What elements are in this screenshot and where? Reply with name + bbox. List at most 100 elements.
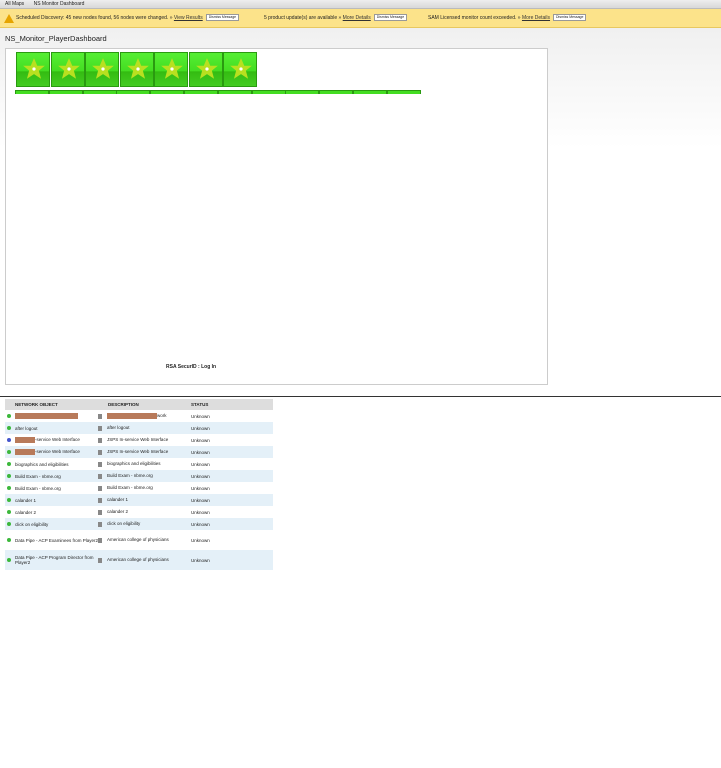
network-object-name[interactable]: Build Exam - nbme.org bbox=[15, 486, 61, 491]
document-icon bbox=[98, 473, 102, 479]
document-icon bbox=[98, 425, 102, 431]
map-node-tile[interactable] bbox=[386, 90, 421, 94]
divider bbox=[0, 396, 721, 397]
notice-sam: SAM Licensed monitor count exceeded. » M… bbox=[428, 9, 587, 28]
table-row[interactable]: -service Web Interface JSPS In-service We… bbox=[5, 434, 273, 446]
redacted-block bbox=[15, 437, 35, 443]
network-object-name[interactable]: calander 1 bbox=[15, 498, 36, 503]
network-object-name[interactable]: Data Pipe - ACP Examinees from Player2 bbox=[15, 538, 98, 543]
description: JSPS In-service Web Interface bbox=[107, 449, 169, 455]
col-description[interactable]: DESCRIPTION bbox=[98, 399, 181, 410]
document-icon bbox=[98, 557, 102, 563]
table-row[interactable]: after logout after logout Unknown bbox=[5, 422, 273, 434]
dismiss-button[interactable]: Dismiss Message bbox=[205, 14, 240, 22]
map-node-tile[interactable] bbox=[285, 90, 320, 94]
document-icon bbox=[98, 509, 102, 515]
description: Build Exam - nbme.org bbox=[107, 473, 153, 479]
table-row[interactable]: Build Exam - nbme.org Build Exam - nbme.o… bbox=[5, 482, 273, 494]
map-node-tile[interactable] bbox=[48, 90, 83, 94]
status-text: Unknown bbox=[191, 461, 210, 467]
network-object-name[interactable]: -service Web Interface bbox=[35, 449, 80, 454]
network-object-name[interactable]: Build Exam - nbme.org bbox=[15, 474, 61, 479]
table-row[interactable]: calander 2 calander 2 Unknown bbox=[5, 506, 273, 518]
table-row[interactable]: -service Web Interface JSPS In-service We… bbox=[5, 446, 273, 458]
network-object-table: NETWORK OBJECT DESCRIPTION STATUS work Un… bbox=[5, 399, 273, 570]
description: work bbox=[157, 413, 167, 419]
map-node-tile[interactable] bbox=[15, 90, 49, 94]
star-icon bbox=[195, 58, 218, 79]
map-node-tile[interactable] bbox=[85, 52, 119, 87]
map-node-tile[interactable] bbox=[188, 52, 223, 87]
map-node-tile[interactable] bbox=[251, 90, 286, 94]
table-row[interactable]: biographics and eligibilities biographics… bbox=[5, 458, 273, 470]
breadcrumb-all-maps[interactable]: All Maps bbox=[5, 1, 24, 7]
network-object-name[interactable]: biographics and eligibilities bbox=[15, 462, 69, 467]
status-icon bbox=[7, 510, 11, 514]
map-node-tile[interactable] bbox=[154, 52, 188, 87]
map-node-tile[interactable] bbox=[184, 90, 218, 94]
map-node-tile[interactable] bbox=[16, 52, 50, 87]
star-icon bbox=[230, 58, 252, 79]
description: American college of physicians bbox=[107, 557, 169, 563]
map-node-tile[interactable] bbox=[119, 52, 154, 87]
table-row[interactable]: Data Pipe - ACP Examinees from Player2 Am… bbox=[5, 530, 273, 550]
map-panel: RSA SecurID : Log In bbox=[5, 48, 548, 385]
view-results-link[interactable]: View Results bbox=[174, 15, 203, 21]
status-text: Unknown bbox=[191, 509, 210, 515]
redacted-block bbox=[107, 413, 157, 419]
page-title: NS_Monitor_PlayerDashboard bbox=[5, 34, 107, 43]
status-text: Unknown bbox=[191, 449, 210, 455]
status-icon bbox=[7, 522, 11, 526]
network-object-name[interactable]: -service Web Interface bbox=[35, 437, 80, 442]
col-network-object[interactable]: NETWORK OBJECT bbox=[5, 399, 98, 410]
table-row[interactable]: work Unknown bbox=[5, 410, 273, 422]
status-text: Unknown bbox=[191, 537, 210, 543]
network-object-name[interactable]: Data Pipe - ACP Program Director from Pl… bbox=[15, 555, 93, 565]
status-text: Unknown bbox=[191, 473, 210, 479]
status-icon bbox=[7, 438, 11, 442]
description: JSPS In-service Web Interface bbox=[107, 437, 169, 443]
table-row[interactable]: calander 1 calander 1 Unknown bbox=[5, 494, 273, 506]
col-status[interactable]: STATUS bbox=[181, 399, 273, 410]
status-text: Unknown bbox=[191, 485, 210, 491]
status-text: Unknown bbox=[191, 497, 210, 503]
breadcrumb-dashboard[interactable]: NS Monitor Dashboard bbox=[34, 1, 85, 7]
description: click on eligibility bbox=[107, 521, 141, 527]
map-node-tile[interactable] bbox=[82, 90, 117, 94]
redacted-block bbox=[15, 413, 78, 419]
star-icon bbox=[161, 58, 183, 79]
status-icon bbox=[7, 426, 11, 430]
table-row[interactable]: click on eligibility click on eligibility… bbox=[5, 518, 273, 530]
network-object-name[interactable]: after logout bbox=[15, 426, 38, 431]
star-icon bbox=[23, 58, 45, 79]
map-node-tile[interactable] bbox=[223, 52, 257, 87]
dismiss-button[interactable]: Dismiss Message bbox=[373, 14, 408, 22]
map-node-tile[interactable] bbox=[217, 90, 252, 94]
star-icon bbox=[92, 58, 114, 79]
map-node-tile[interactable] bbox=[319, 90, 354, 94]
description: calander 1 bbox=[107, 497, 129, 503]
description: after logout bbox=[107, 425, 130, 431]
status-text: Unknown bbox=[191, 521, 210, 527]
notice-updates: 5 product update(s) are available » More… bbox=[264, 9, 408, 28]
document-icon bbox=[98, 537, 102, 543]
table-row[interactable]: Build Exam - nbme.org Build Exam - nbme.o… bbox=[5, 470, 273, 482]
document-icon bbox=[98, 461, 102, 467]
notification-bar: Scheduled Discovery: 45 new nodes found,… bbox=[0, 9, 721, 28]
more-details-link[interactable]: More Details bbox=[343, 15, 371, 21]
map-node-tile[interactable] bbox=[50, 52, 85, 87]
network-object-name[interactable]: calander 2 bbox=[15, 510, 36, 515]
table-row[interactable]: Data Pipe - ACP Program Director from Pl… bbox=[5, 550, 273, 570]
map-node-tile[interactable] bbox=[116, 90, 151, 94]
more-details-link[interactable]: More Details bbox=[522, 15, 550, 21]
map-node-tile[interactable] bbox=[150, 90, 185, 94]
network-object-name[interactable]: click on eligibility bbox=[15, 522, 48, 527]
description: calander 2 bbox=[107, 509, 129, 515]
dismiss-button[interactable]: Dismiss Message bbox=[553, 14, 587, 22]
map-footer-label[interactable]: RSA SecurID : Log In bbox=[166, 364, 216, 370]
status-icon bbox=[7, 474, 11, 478]
map-node-tile[interactable] bbox=[353, 90, 387, 94]
document-icon bbox=[98, 449, 102, 455]
status-text: Unknown bbox=[191, 437, 210, 443]
description: biographics and eligibilities bbox=[107, 461, 161, 467]
